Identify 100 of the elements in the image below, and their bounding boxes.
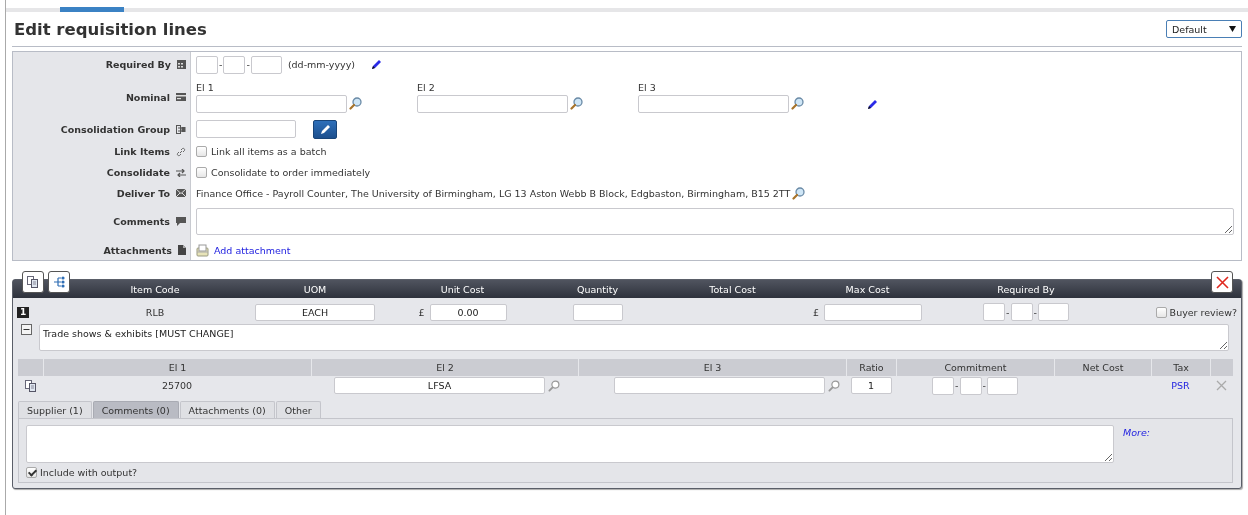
year-field[interactable]	[1037, 303, 1069, 321]
tab[interactable]: Attachments (0)	[179, 401, 275, 418]
checkbox-label: Buyer review?	[1169, 306, 1237, 318]
search-icon[interactable]	[548, 379, 560, 392]
caret-icon	[1229, 26, 1236, 32]
date-separator: -	[1006, 306, 1010, 318]
pencil-icon	[319, 123, 331, 135]
search-icon[interactable]	[570, 97, 583, 110]
date-separator: -	[982, 380, 986, 391]
table-cell: RLB	[145, 306, 165, 318]
checkbox[interactable]	[1155, 306, 1167, 318]
view-dropdown[interactable]: Default	[1166, 20, 1242, 38]
search-icon[interactable]	[828, 379, 840, 392]
checkbox-label: Link all items as a batch	[211, 146, 327, 157]
input-field[interactable]	[572, 303, 623, 321]
field-label: El 1	[196, 81, 215, 93]
day-field[interactable]	[932, 376, 955, 395]
table-cell: 25700	[161, 380, 193, 391]
delete-line-button[interactable]	[1211, 271, 1233, 293]
comments-field[interactable]	[196, 208, 1234, 235]
column-header: Max Cost	[845, 283, 890, 295]
day-field[interactable]	[983, 303, 1006, 321]
field-label: Link Items	[114, 146, 170, 157]
edit-icon[interactable]	[867, 98, 878, 110]
input-field[interactable]	[824, 303, 922, 321]
collapse-icon[interactable]	[21, 324, 32, 335]
copy-icon	[27, 276, 39, 288]
envelope-icon	[176, 189, 186, 197]
field-label: Comments	[113, 216, 170, 227]
input-field[interactable]: EACH	[255, 303, 375, 321]
field-label: El 3	[638, 81, 657, 93]
tab[interactable]: Other	[275, 401, 321, 418]
search-icon[interactable]	[791, 97, 804, 110]
group-icon	[176, 124, 186, 134]
year-field[interactable]	[986, 376, 1018, 395]
search-icon[interactable]	[792, 186, 806, 200]
delivery-address: Finance Office - Payroll Counter, The University of Birmingham, LG 13 Aston Webb B Block, Edgbaston, Birmingham, B15 2TT	[196, 187, 791, 199]
column-header: Commitment	[944, 362, 1007, 373]
attachment-icon[interactable]	[196, 243, 210, 257]
column-header: Item Code	[130, 283, 180, 295]
search-icon[interactable]	[349, 97, 362, 110]
edit-button[interactable]	[313, 119, 337, 139]
column-header: Quantity	[576, 283, 619, 295]
input-field[interactable]	[614, 377, 825, 394]
input-field[interactable]: LFSA	[334, 377, 545, 394]
remove-icon[interactable]	[1216, 380, 1227, 391]
column-header: Unit Cost	[440, 283, 485, 295]
date-separator: -	[219, 59, 223, 70]
field-label: Attachments	[103, 244, 172, 256]
date-separator: -	[955, 380, 959, 391]
column-header: Ratio	[859, 362, 884, 373]
tab[interactable]: Comments (0)	[92, 401, 179, 418]
column-header: Net Cost	[1082, 362, 1124, 373]
input-field[interactable]	[638, 94, 789, 113]
field-label: Consolidation Group	[60, 123, 170, 135]
speech-bubble-icon	[176, 217, 186, 226]
copy-button[interactable]	[22, 271, 44, 293]
currency-symbol: £	[418, 306, 425, 318]
more-link[interactable]: More:	[1123, 427, 1150, 438]
year-field[interactable]	[250, 55, 282, 74]
checkbox[interactable]	[26, 467, 37, 478]
input-field[interactable]	[196, 120, 296, 138]
checkbox[interactable]	[196, 146, 207, 157]
checkbox[interactable]	[196, 167, 207, 178]
calendar-icon	[177, 60, 186, 69]
currency-symbol: £	[812, 306, 819, 318]
column-header: UOM	[303, 283, 327, 295]
description-field[interactable]: Trade shows & exhibits [MUST CHANGE]	[39, 324, 1229, 351]
input-field[interactable]: 1	[850, 377, 892, 394]
day-field[interactable]	[196, 55, 218, 74]
input-field[interactable]: 0.00	[429, 303, 507, 321]
field-label: El 2	[417, 81, 436, 93]
line-number: 1	[17, 306, 30, 318]
column-header: El 3	[703, 362, 722, 373]
input-field[interactable]	[417, 94, 568, 113]
field-label: Deliver To	[116, 187, 170, 199]
column-header: Tax	[1173, 362, 1189, 373]
copy-icon[interactable]	[24, 379, 37, 392]
input-field[interactable]	[196, 94, 347, 113]
hierarchy-icon	[52, 276, 66, 288]
tab[interactable]: Supplier (1)	[18, 401, 92, 418]
column-header: Required By	[997, 283, 1055, 295]
comments-field[interactable]	[26, 425, 1114, 463]
column-header: El 2	[436, 362, 454, 373]
card-icon	[176, 93, 186, 101]
month-field[interactable]	[1010, 303, 1033, 321]
file-icon	[178, 245, 186, 255]
column-header: El 1	[168, 362, 187, 373]
page-title: Edit requisition lines	[14, 19, 207, 39]
link-icon	[176, 146, 186, 157]
tax-code-link[interactable]: PSR	[1171, 380, 1190, 391]
edit-icon[interactable]	[371, 59, 383, 70]
month-field[interactable]	[959, 376, 982, 395]
field-label: Required By	[105, 59, 171, 70]
date-separator: -	[246, 59, 250, 70]
field-label: Consolidate	[106, 167, 170, 178]
date-format-hint: (dd-mm-yyyy)	[287, 59, 356, 70]
add-attachment-link[interactable]: Add attachment	[214, 244, 291, 256]
month-field[interactable]	[223, 55, 246, 74]
hierarchy-button[interactable]	[48, 271, 70, 293]
